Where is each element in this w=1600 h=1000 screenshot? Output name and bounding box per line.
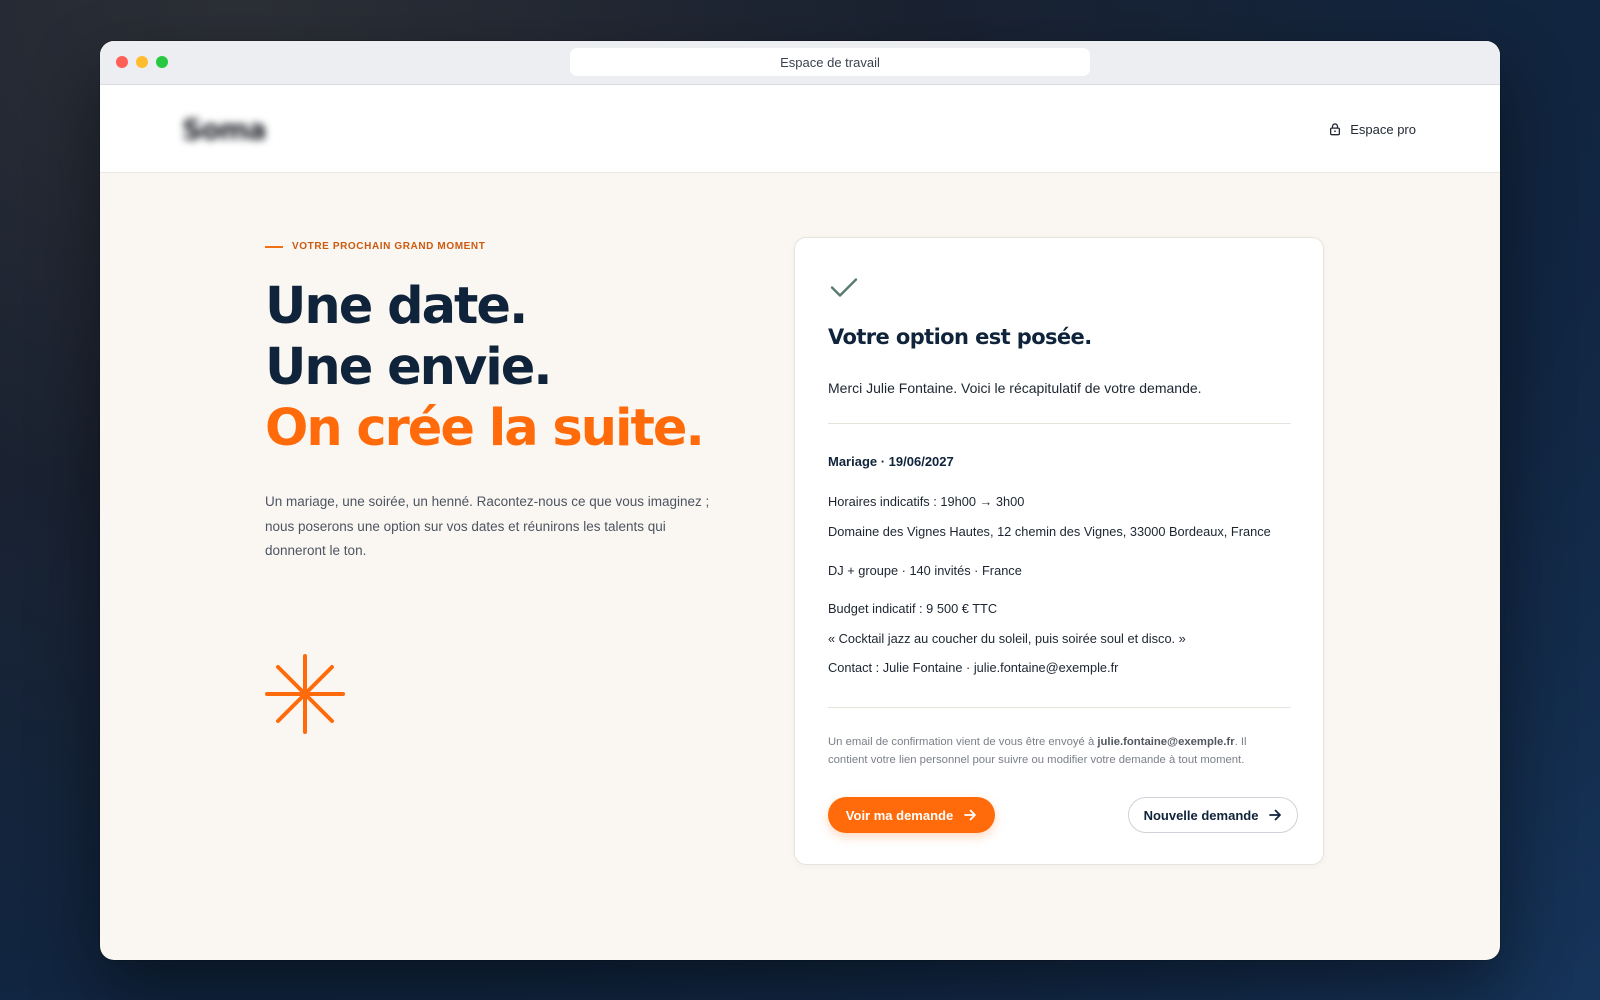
confirmation-subtitle: Merci Julie Fontaine. Voici le récapitul… (828, 380, 1202, 396)
asterisk-icon (265, 654, 345, 734)
event-contact: Contact : Julie Fontaine · julie.fontain… (828, 660, 1119, 675)
event-venue: Domaine des Vignes Hautes, 12 chemin des… (828, 524, 1271, 539)
url-bar[interactable]: Espace de travail (570, 48, 1090, 76)
note-email: julie.fontaine@exemple.fr (1097, 736, 1235, 748)
site-logo[interactable]: Soma (182, 113, 274, 147)
arrow-right-icon (964, 809, 977, 821)
title-bar: Espace de travail (100, 41, 1500, 85)
note-text-start: Un email de confirmation vient de vous ê… (828, 736, 1098, 748)
logo-text: Soma (182, 113, 266, 146)
event-services: DJ + groupe · 140 invités · France (828, 563, 1022, 578)
lock-icon (1330, 123, 1341, 136)
pro-space-label: Espace pro (1350, 121, 1416, 137)
eyebrow-text: VOTRE PROCHAIN GRAND MOMENT (292, 241, 486, 252)
headline-line-2: Une envie. (265, 338, 553, 397)
confirmation-note: Un email de confirmation vient de vous ê… (828, 733, 1278, 769)
site-header: Soma Espace pro (100, 85, 1500, 173)
event-quote: « Cocktail jazz au coucher du soleil, pu… (828, 631, 1186, 646)
pro-space-link[interactable]: Espace pro (1328, 119, 1416, 139)
eyebrow-rule (265, 245, 283, 248)
hero-eyebrow: VOTRE PROCHAIN GRAND MOMENT (265, 241, 725, 252)
headline-line-3: On crée la suite. (265, 399, 705, 458)
new-request-label: Nouvelle demande (1143, 807, 1259, 823)
confirmation-card: Votre option est posée. Merci Julie Font… (794, 237, 1324, 865)
minimize-window-button[interactable] (136, 56, 148, 68)
divider (828, 423, 1291, 424)
headline-line-1: Une date. (265, 277, 528, 336)
arrow-right-icon (1269, 809, 1282, 821)
hero-headline: Une date. Une envie. On crée la suite. (265, 276, 725, 459)
view-request-label: Voir ma demande (845, 807, 954, 823)
new-request-button[interactable]: Nouvelle demande (1128, 797, 1298, 833)
view-request-button[interactable]: Voir ma demande (828, 797, 995, 833)
confirmation-title: Votre option est posée. (828, 325, 1092, 349)
divider (828, 707, 1291, 708)
hero-lead: Un mariage, une soirée, un henné. Racont… (265, 494, 710, 558)
check-icon (830, 278, 858, 297)
event-summary: Mariage · 19/06/2027 (828, 454, 954, 469)
hero-section: VOTRE PROCHAIN GRAND MOMENT Une date. Un… (265, 241, 725, 564)
browser-window: Espace de travail Soma Espace pro VOTRE … (100, 41, 1500, 960)
event-hours: Horaires indicatifs : 19h00 → 3h00 (828, 494, 1025, 509)
close-window-button[interactable] (116, 56, 128, 68)
event-budget: Budget indicatif : 9 500 € TTC (828, 601, 998, 616)
maximize-window-button[interactable] (156, 56, 168, 68)
